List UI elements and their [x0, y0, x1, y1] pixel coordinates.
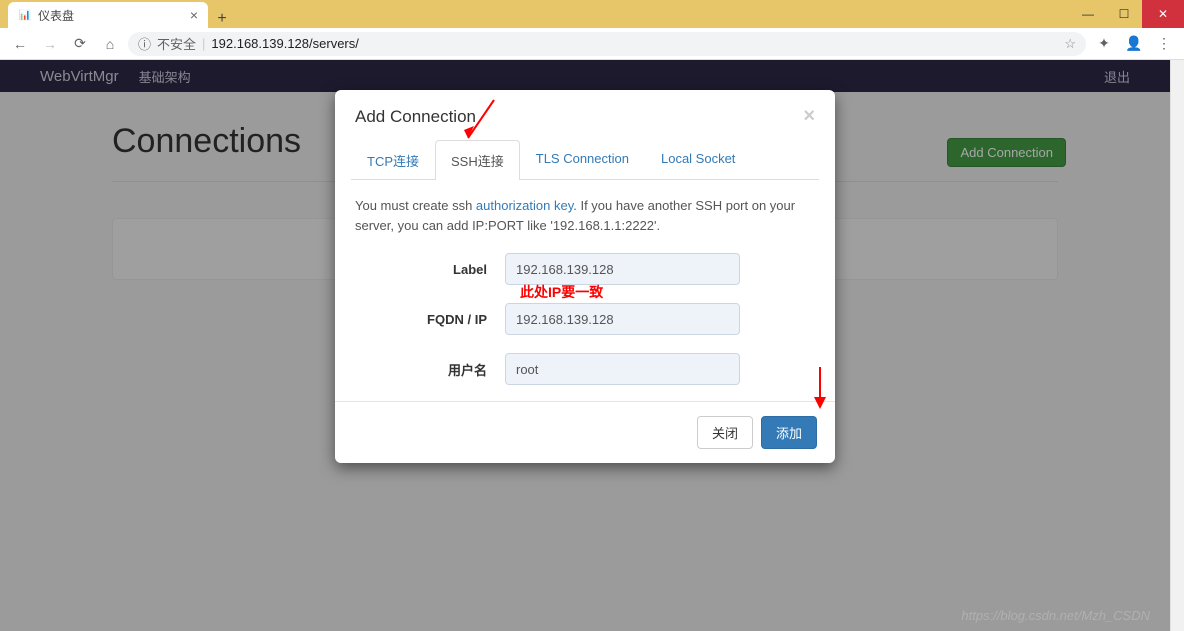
window-close-button[interactable]: ✕	[1142, 0, 1184, 28]
window-minimize-button[interactable]: —	[1070, 0, 1106, 28]
watermark: https://blog.csdn.net/Mzh_CSDN	[961, 608, 1150, 623]
page-viewport: WebVirtMgr 基础架构 退出 Connections Add Conne…	[0, 60, 1170, 631]
home-button[interactable]: ⌂	[98, 32, 122, 56]
browser-tab[interactable]: 📊 仪表盘 ×	[8, 2, 208, 28]
window-maximize-button[interactable]: ☐	[1106, 0, 1142, 28]
reload-button[interactable]: ⟳	[68, 32, 92, 56]
help-text: You must create ssh authorization key. I…	[355, 196, 815, 235]
bookmark-star-icon[interactable]: ☆	[1064, 36, 1076, 52]
menu-icon[interactable]: ⋮	[1152, 32, 1176, 56]
auth-key-link[interactable]: authorization key	[476, 198, 573, 213]
back-button[interactable]: ←	[8, 32, 32, 56]
tab-favicon-icon: 📊	[18, 8, 32, 22]
add-connection-modal: Add Connection × TCP连接 SSH连接 TLS Connect…	[335, 90, 835, 463]
user-input[interactable]	[505, 353, 740, 385]
extensions-icon[interactable]: ✦	[1092, 32, 1116, 56]
tab-local-socket[interactable]: Local Socket	[645, 140, 751, 180]
modal-add-button[interactable]: 添加	[761, 416, 817, 449]
fqdn-label: FQDN / IP	[355, 312, 505, 327]
new-tab-button[interactable]: +	[208, 10, 236, 28]
modal-close-button[interactable]: 关闭	[697, 416, 753, 449]
url-text: 192.168.139.128/servers/	[211, 36, 358, 51]
vertical-scrollbar[interactable]	[1170, 60, 1184, 631]
browser-titlebar: 📊 仪表盘 × + — ☐ ✕	[0, 0, 1184, 28]
address-separator: |	[202, 36, 205, 51]
label-label: Label	[355, 262, 505, 277]
modal-close-icon[interactable]: ×	[803, 105, 815, 128]
tab-close-icon[interactable]: ×	[190, 7, 198, 23]
browser-toolbar: ← → ⟳ ⌂ ⓘ 不安全 | 192.168.139.128/servers/…	[0, 28, 1184, 60]
tab-tcp[interactable]: TCP连接	[351, 140, 435, 180]
tab-ssh[interactable]: SSH连接	[435, 140, 520, 180]
forward-button[interactable]: →	[38, 32, 62, 56]
address-bar[interactable]: ⓘ 不安全 | 192.168.139.128/servers/ ☆	[128, 32, 1086, 56]
label-input[interactable]	[505, 253, 740, 285]
user-label: 用户名	[355, 360, 505, 379]
modal-title: Add Connection	[355, 107, 476, 127]
fqdn-input[interactable]	[505, 303, 740, 335]
insecure-label: 不安全	[157, 34, 196, 53]
tab-title: 仪表盘	[38, 7, 184, 24]
tab-tls[interactable]: TLS Connection	[520, 140, 645, 180]
insecure-icon: ⓘ	[138, 34, 151, 53]
profile-icon[interactable]: 👤	[1122, 32, 1146, 56]
